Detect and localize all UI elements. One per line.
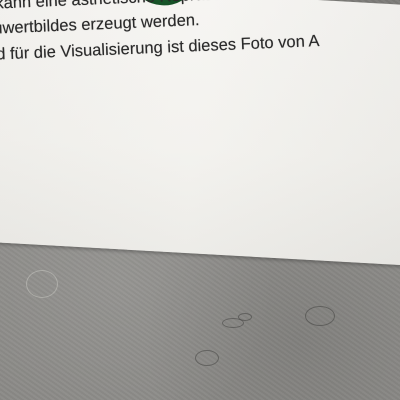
paper-sheet: nzen kann eine ästhetische Repräsentatio… bbox=[0, 0, 400, 267]
surface-mark bbox=[26, 270, 58, 298]
surface-mark bbox=[195, 350, 219, 366]
photo: nzen kann eine ästhetische Repräsentatio… bbox=[0, 0, 400, 400]
surface-mark bbox=[305, 306, 335, 326]
surface-mark bbox=[238, 313, 252, 321]
printed-text: nzen kann eine ästhetische Repräsentatio… bbox=[0, 0, 400, 100]
text-line: gsgrauwertbildes erzeugt werden. bbox=[0, 11, 200, 40]
text-line: ngsbild für die Visualisierung ist diese… bbox=[0, 32, 320, 66]
